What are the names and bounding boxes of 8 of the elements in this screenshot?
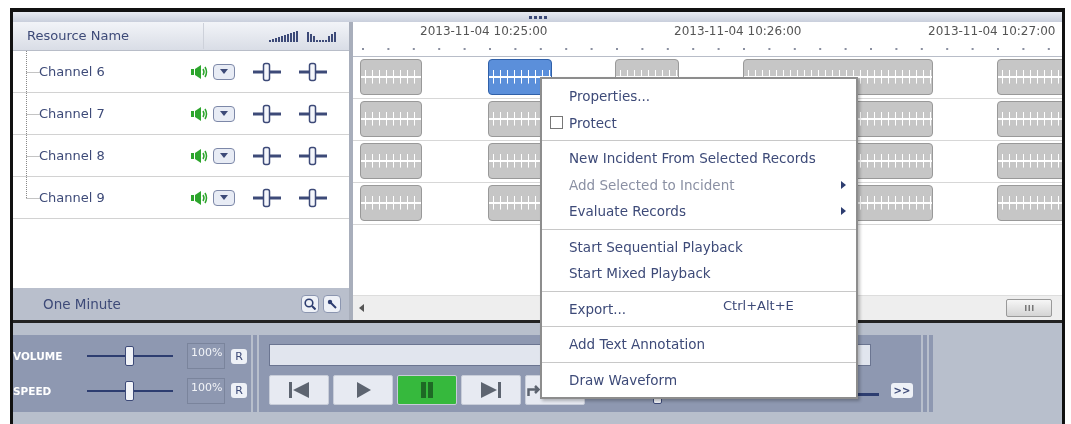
column-header: Resource Name (13, 23, 204, 49)
time-label: 2013-11-04 10:27:00 (928, 24, 1056, 38)
zoom-label: One Minute (43, 296, 122, 312)
control-label: SPEED (13, 384, 53, 397)
time-label: 2013-11-04 10:25:00 (420, 24, 548, 38)
shortcut-label: Ctrl+Alt+E (723, 297, 794, 313)
control-label: VOLUME (13, 350, 64, 363)
time-label: 2013-11-04 10:26:00 (674, 24, 802, 38)
